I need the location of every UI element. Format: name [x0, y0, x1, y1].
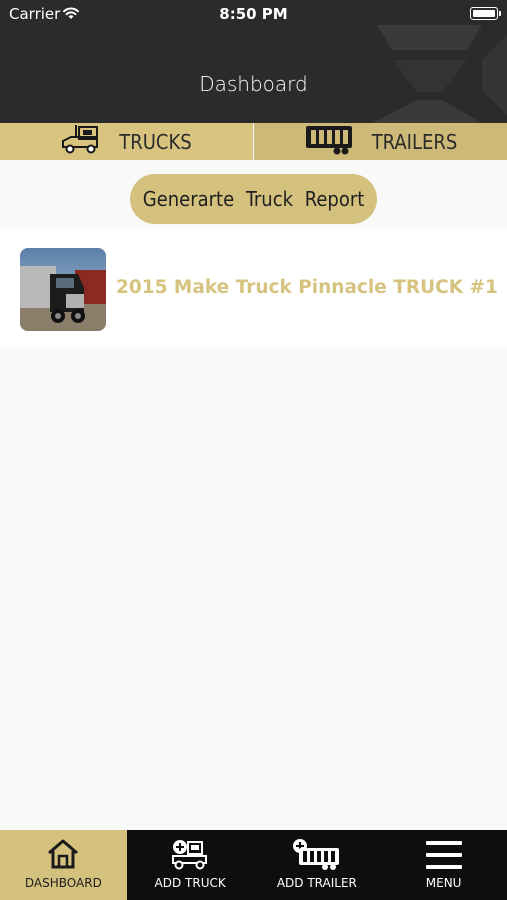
add-truck-icon	[127, 838, 254, 870]
nav-add-truck[interactable]: ADD TRUCK	[127, 830, 254, 900]
page-title: Dashboard	[199, 72, 308, 96]
nav-add-truck-label: ADD TRUCK	[154, 876, 226, 890]
vehicle-tabs: TRUCKS TRAILERS	[0, 123, 507, 160]
nav-add-trailer-label: ADD TRAILER	[276, 876, 357, 890]
nav-menu-label: MENU	[425, 876, 462, 890]
truck-photo	[20, 248, 106, 331]
add-trailer-icon	[254, 838, 381, 870]
nav-dashboard[interactable]: DASHBOARD	[0, 830, 127, 900]
trailer-icon	[304, 123, 354, 160]
report-section: Generarte Truck Report	[0, 160, 507, 228]
tab-trucks[interactable]: TRUCKS	[0, 123, 253, 160]
nav-add-trailer[interactable]: ADD TRAILER	[254, 830, 381, 900]
bottom-nav: DASHBOARD ADD TRUCK ADD TRAILER MENU	[0, 830, 507, 900]
nav-dashboard-label: DASHBOARD	[24, 876, 102, 890]
truck-icon	[61, 123, 101, 160]
tab-trucks-label: TRUCKS	[119, 129, 192, 154]
app-header: Carrier 8:50 PM Dashboard	[0, 0, 507, 123]
truck-title: 2015 Make Truck Pinnacle TRUCK #1	[116, 277, 498, 298]
nav-menu[interactable]: MENU	[380, 830, 507, 900]
truck-list: 2015 Make Truck Pinnacle TRUCK #1	[0, 228, 507, 348]
tab-trailers-label: TRAILERS	[371, 129, 458, 154]
battery-icon	[470, 7, 501, 20]
generate-report-button[interactable]: Generarte Truck Report	[130, 174, 377, 224]
tab-trailers[interactable]: TRAILERS	[254, 123, 507, 160]
home-icon	[0, 838, 127, 870]
list-item[interactable]: 2015 Make Truck Pinnacle TRUCK #1	[0, 228, 507, 348]
menu-icon	[380, 838, 507, 872]
